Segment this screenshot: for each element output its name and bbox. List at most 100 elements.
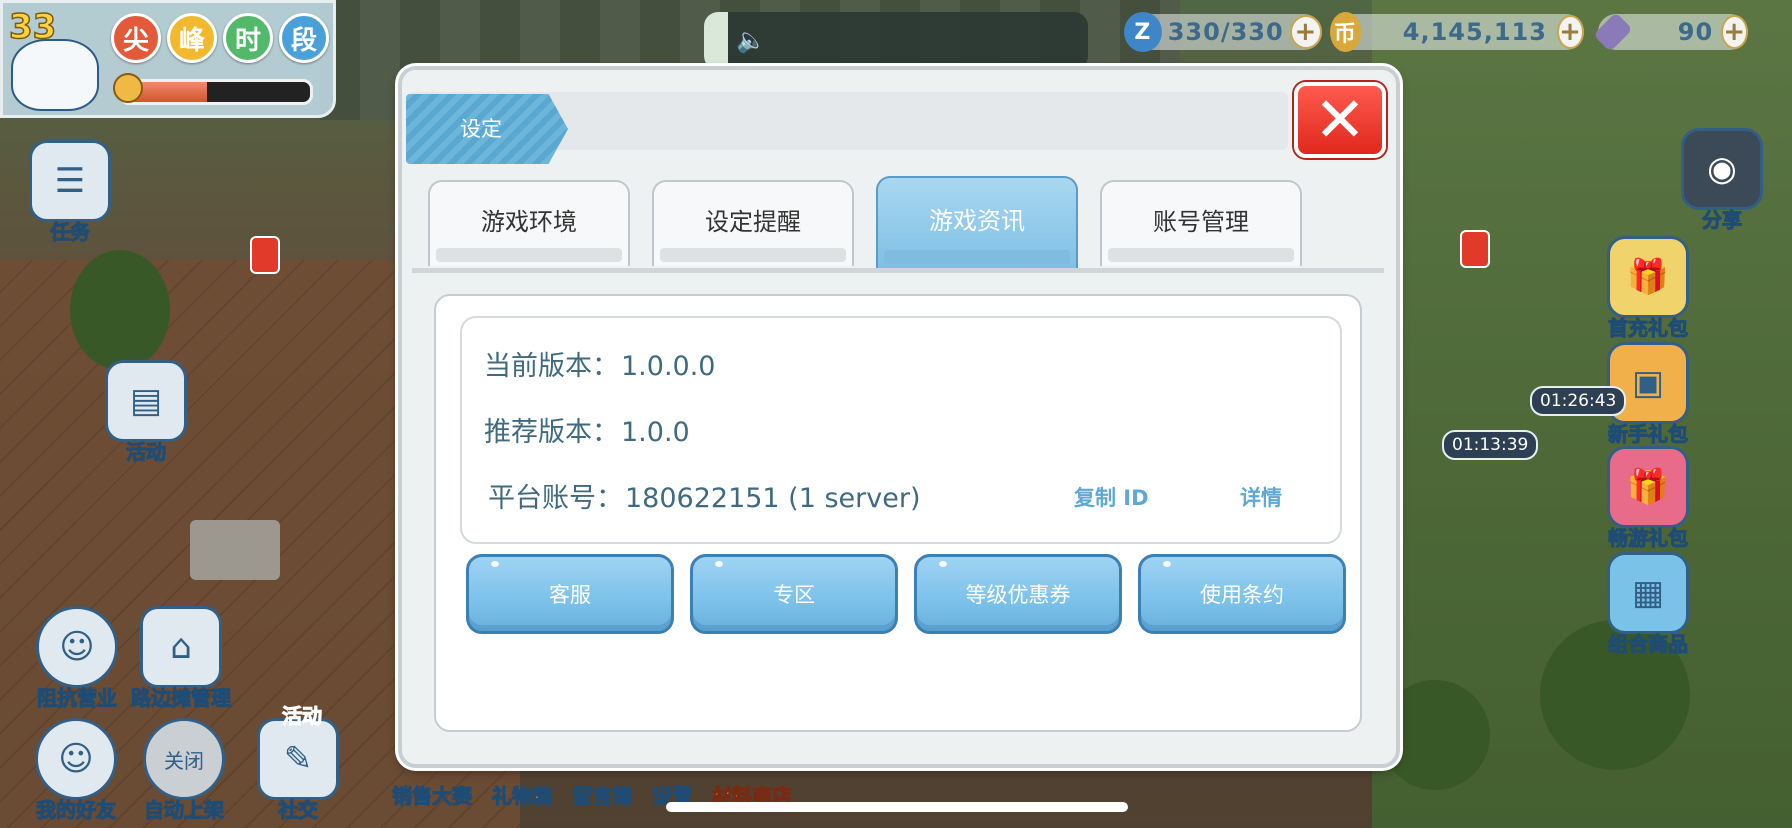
first-charge-gift-label: 首充礼包 [1608,316,1689,341]
tab-label: 设定提醒 [705,207,801,236]
peak-progress-bar [119,79,313,105]
tab-game-environment[interactable]: 游戏环境 [428,180,630,266]
close-icon: ✕ [1314,83,1366,156]
terms-of-use-button[interactable]: 使用条约 [1138,554,1346,634]
tab-account-management[interactable]: 账号管理 [1100,180,1302,266]
activity-badge: 活动 [282,704,323,729]
quest-button[interactable]: ☰ 任务 [24,140,116,245]
resist-business-button[interactable]: ☺ 阻抗营业 [22,606,132,711]
chat-icon: ✎ [257,718,339,800]
tab-label: 游戏环境 [481,207,577,236]
bundle-button[interactable]: ▦ 组合商品 [1598,552,1698,657]
add-coins-button[interactable]: + [1556,15,1584,49]
energy-icon: Z [1124,12,1162,52]
tabs-divider [412,268,1384,273]
tab-label: 账号管理 [1153,207,1249,236]
event-button[interactable]: ▤ 活动 [100,360,192,465]
add-stamina-button[interactable]: + [1289,15,1322,49]
timer-badge: 01:13:39 [1442,430,1539,460]
travel-gift-button[interactable]: 🎁 畅游礼包 [1598,446,1698,551]
gem-display: 90 + [1593,12,1748,52]
close-button[interactable]: ✕ [1294,82,1386,158]
sales-contest-button[interactable]: 销售大赛 [392,780,473,828]
gem-value: 90 [1677,18,1714,46]
quest-label: 任务 [50,220,91,245]
player-level-panel[interactable]: 33 尖 峰 时 段 [0,0,336,118]
zone-button[interactable]: 专区 [690,554,898,634]
settings-dialog: 设定 ✕ 游戏环境 设定提醒 游戏资讯 账号管理 当前版本：1.0.0.0 推荐… [398,66,1400,768]
current-version-row: 当前版本：1.0.0.0 [484,344,715,383]
recommended-version-label: 推荐版本： [484,417,619,448]
gift-box-button[interactable]: 礼物箱 [492,780,553,828]
first-charge-gift-button[interactable]: 🎁 首充礼包 [1598,236,1698,341]
volume-level [704,12,728,70]
dialog-title-ribbon: 设定 [406,94,568,164]
speaker-icon: 🔈 [736,26,766,54]
resist-business-label: 阻抗营业 [37,686,118,711]
bundle-label: 组合商品 [1608,632,1689,657]
clipboard-icon: ☰ [29,140,111,222]
peak-badge: 段 [279,13,329,63]
gift-box-icon: 🎁 [1607,446,1689,528]
street-stall-label: 路边摊管理 [131,686,232,711]
social-button[interactable]: ✎ 社交 [250,718,346,823]
add-gems-button[interactable]: + [1721,15,1748,49]
avatar [11,39,99,111]
peak-time-badges: 尖 峰 时 段 [111,13,329,63]
friends-button[interactable]: ☺ 我的好友 [26,718,126,823]
recommended-version-value: 1.0.0 [621,417,690,448]
button-label: 专区 [773,583,815,607]
timer-badge: 01:26:43 [1530,386,1627,416]
event-label: 活动 [126,440,167,465]
friends-label: 我的好友 [36,798,117,823]
guestbook-button[interactable]: 留言簿 [572,780,633,828]
dialog-title: 设定 [460,117,502,141]
home-indicator[interactable] [666,802,1128,812]
peak-badge: 时 [223,13,273,63]
social-label: 社交 [278,798,319,823]
coin-display: 币 4,145,113 + [1330,12,1584,52]
share-label: 分享 [1702,208,1743,233]
alert-beacon-icon [1460,230,1490,268]
stamina-value: 330/330 [1167,18,1284,46]
copy-id-button[interactable]: 复制 ID [1074,482,1149,512]
game-info-panel: 当前版本：1.0.0.0 推荐版本：1.0.0 平台账号：180622151 (… [434,294,1362,732]
street-stall-button[interactable]: ⌂ 路边摊管理 [126,606,236,711]
auto-shelf-icon: 关闭 [143,718,225,800]
recommended-version-row: 推荐版本：1.0.0 [484,410,690,449]
gift-box-icon: 🎁 [1607,236,1689,318]
platform-account-row: 平台账号：180622151 (1 server) [488,476,920,515]
button-label: 使用条约 [1200,583,1284,607]
current-version-label: 当前版本： [484,351,619,382]
auto-shelf-label: 自动上架 [144,798,225,823]
platform-account-value: 180622151 (1 server) [625,483,921,514]
tab-label: 游戏资讯 [929,206,1025,235]
peak-badge: 峰 [167,13,217,63]
auto-shelf-status: 关闭 [164,748,204,773]
button-label: 等级优惠券 [965,583,1071,607]
travel-gift-label: 畅游礼包 [1608,526,1689,551]
share-button[interactable]: ◉ 分享 [1676,128,1768,233]
platform-account-label: 平台账号： [488,483,623,514]
player-level: 33 [8,6,57,48]
customer-service-button[interactable]: 客服 [466,554,674,634]
tab-reminder-settings[interactable]: 设定提醒 [652,180,854,266]
character-icon: ☺ [36,606,118,688]
stall-icon: ⌂ [140,606,222,688]
add-friend-icon: ☺ [35,718,117,800]
current-version-value: 1.0.0.0 [621,351,716,382]
level-coupon-button[interactable]: 等级优惠券 [914,554,1122,634]
alert-beacon-icon [250,236,280,274]
calendar-icon: ▤ [105,360,187,442]
coin-value: 4,145,113 [1402,18,1547,46]
peak-badge: 尖 [111,13,161,63]
tab-game-info[interactable]: 游戏资讯 [876,176,1078,268]
camera-icon: ◉ [1681,128,1763,210]
coin-icon: 币 [1330,12,1361,52]
bundle-icon: ▦ [1607,552,1689,634]
details-button[interactable]: 详情 [1240,482,1282,512]
clock-icon [113,73,143,103]
auto-shelf-button[interactable]: 关闭 自动上架 [134,718,234,823]
button-label: 客服 [549,583,591,607]
stamina-display: Z 330/330 + [1124,12,1322,52]
